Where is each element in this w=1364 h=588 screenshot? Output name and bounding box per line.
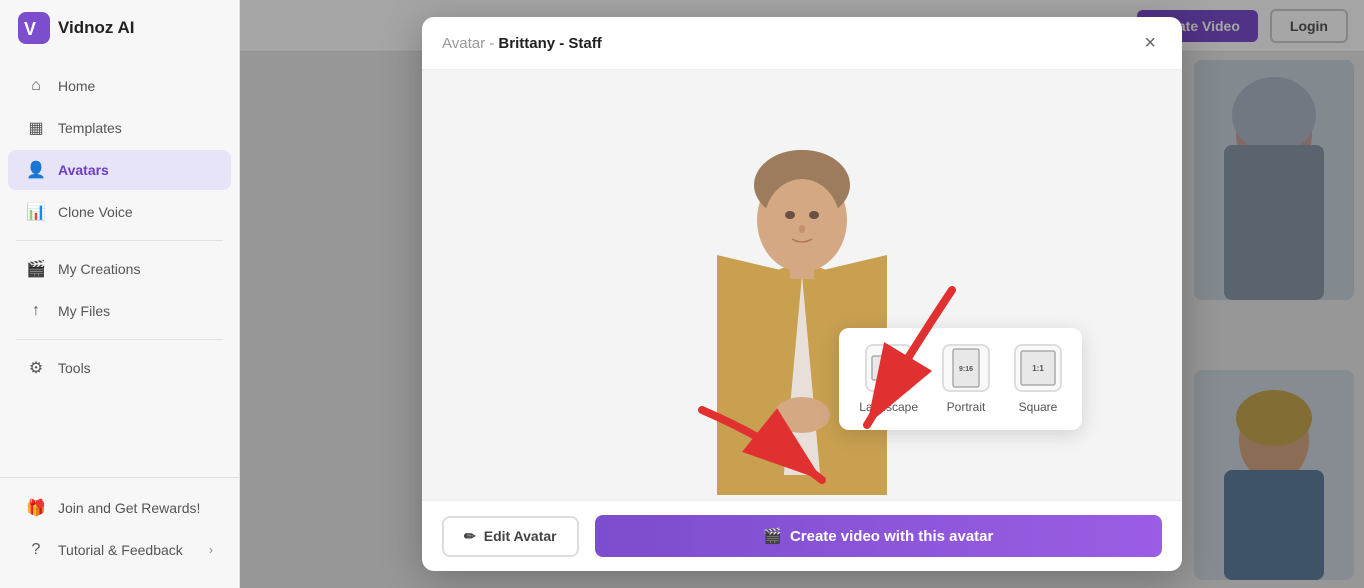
video-icon: 🎬 — [763, 527, 782, 545]
square-icon: 1:1 — [1014, 344, 1062, 392]
edit-icon: ✏ — [464, 528, 476, 545]
sidebar-item-label-templates: Templates — [58, 120, 122, 136]
my-files-icon: ↑ — [26, 301, 46, 321]
edit-avatar-button[interactable]: ✏ Edit Avatar — [442, 516, 579, 557]
sidebar-item-label-join-rewards: Join and Get Rewards! — [58, 500, 200, 516]
orientation-square[interactable]: 1:1 Square — [1014, 344, 1062, 414]
sidebar-item-label-home: Home — [58, 78, 95, 94]
sidebar-item-avatars[interactable]: 👤 Avatars — [8, 150, 231, 190]
sidebar-item-tutorial-feedback[interactable]: ? Tutorial & Feedback › — [8, 530, 231, 570]
modal-title: Avatar - Brittany - Staff — [442, 35, 602, 52]
avatars-icon: 👤 — [26, 160, 46, 180]
sidebar-item-label-my-files: My Files — [58, 303, 110, 319]
tools-icon: ⚙ — [26, 358, 46, 378]
create-video-with-avatar-button[interactable]: 🎬 Create video with this avatar — [595, 515, 1162, 557]
modal-footer: ✏ Edit Avatar 🎬 Create video with this a… — [422, 500, 1182, 571]
nav-divider-1 — [16, 240, 223, 241]
sidebar-item-label-clone-voice: Clone Voice — [58, 204, 133, 220]
modal-close-button[interactable]: × — [1138, 31, 1162, 55]
clone-voice-icon: 📊 — [26, 202, 46, 222]
avatar-preview-area: 16:9 Landscape 9:16 — [422, 70, 1182, 500]
sidebar: V Vidnoz AI ⌂ Home ▦ Templates 👤 Avatars… — [0, 0, 240, 588]
svg-text:1:1: 1:1 — [1032, 364, 1044, 373]
sidebar-item-home[interactable]: ⌂ Home — [8, 66, 231, 106]
modal-overlay[interactable]: Avatar - Brittany - Staff × — [240, 0, 1364, 588]
sidebar-item-clone-voice[interactable]: 📊 Clone Voice — [8, 192, 231, 232]
svg-text:16:9: 16:9 — [881, 364, 898, 373]
help-icon: ? — [26, 540, 46, 560]
svg-text:V: V — [24, 19, 36, 39]
modal-avatar-name: Brittany - Staff — [498, 35, 601, 52]
sidebar-item-my-files[interactable]: ↑ My Files — [8, 291, 231, 331]
square-label: Square — [1019, 400, 1058, 414]
home-icon: ⌂ — [26, 76, 46, 96]
brittany-avatar-image — [682, 75, 922, 495]
orientation-portrait[interactable]: 9:16 Portrait — [942, 344, 990, 414]
logo-text: Vidnoz AI — [58, 18, 135, 38]
nav-divider-2 — [16, 339, 223, 340]
sidebar-item-label-tools: Tools — [58, 360, 91, 376]
landscape-icon: 16:9 — [865, 344, 913, 392]
landscape-label: Landscape — [859, 400, 918, 414]
nav-section-main: ⌂ Home ▦ Templates 👤 Avatars 📊 Clone Voi… — [0, 56, 239, 477]
modal-breadcrumb: Avatar - — [442, 35, 494, 52]
svg-text:9:16: 9:16 — [959, 366, 973, 373]
sidebar-item-my-creations[interactable]: 🎬 My Creations — [8, 249, 231, 289]
logo-area: V Vidnoz AI — [0, 0, 239, 56]
modal-header: Avatar - Brittany - Staff × — [422, 17, 1182, 70]
orientation-popup: 16:9 Landscape 9:16 — [839, 328, 1082, 430]
sidebar-item-label-avatars: Avatars — [58, 162, 109, 178]
sidebar-item-tools[interactable]: ⚙ Tools — [8, 348, 231, 388]
sidebar-item-templates[interactable]: ▦ Templates — [8, 108, 231, 148]
main-content: Create Video Login Avatar - Brittany - S… — [240, 0, 1364, 588]
orientation-landscape[interactable]: 16:9 Landscape — [859, 344, 918, 414]
avatar-detail-modal: Avatar - Brittany - Staff × — [422, 17, 1182, 571]
modal-body: 16:9 Landscape 9:16 — [422, 70, 1182, 500]
portrait-label: Portrait — [947, 400, 986, 414]
my-creations-icon: 🎬 — [26, 259, 46, 279]
sidebar-item-join-rewards[interactable]: 🎁 Join and Get Rewards! — [8, 488, 231, 528]
gift-icon-wrap: 🎁 — [26, 498, 46, 518]
vidnoz-logo-icon: V — [18, 12, 50, 44]
rewards-notification-dot — [36, 500, 44, 508]
sidebar-item-label-my-creations: My Creations — [58, 261, 140, 277]
sidebar-bottom: 🎁 Join and Get Rewards! ? Tutorial & Fee… — [0, 477, 239, 588]
templates-icon: ▦ — [26, 118, 46, 138]
chevron-right-icon: › — [209, 543, 213, 557]
sidebar-item-label-tutorial: Tutorial & Feedback — [58, 542, 183, 558]
edit-avatar-label: Edit Avatar — [484, 528, 557, 544]
portrait-icon: 9:16 — [942, 344, 990, 392]
create-video-with-avatar-label: Create video with this avatar — [790, 528, 993, 545]
